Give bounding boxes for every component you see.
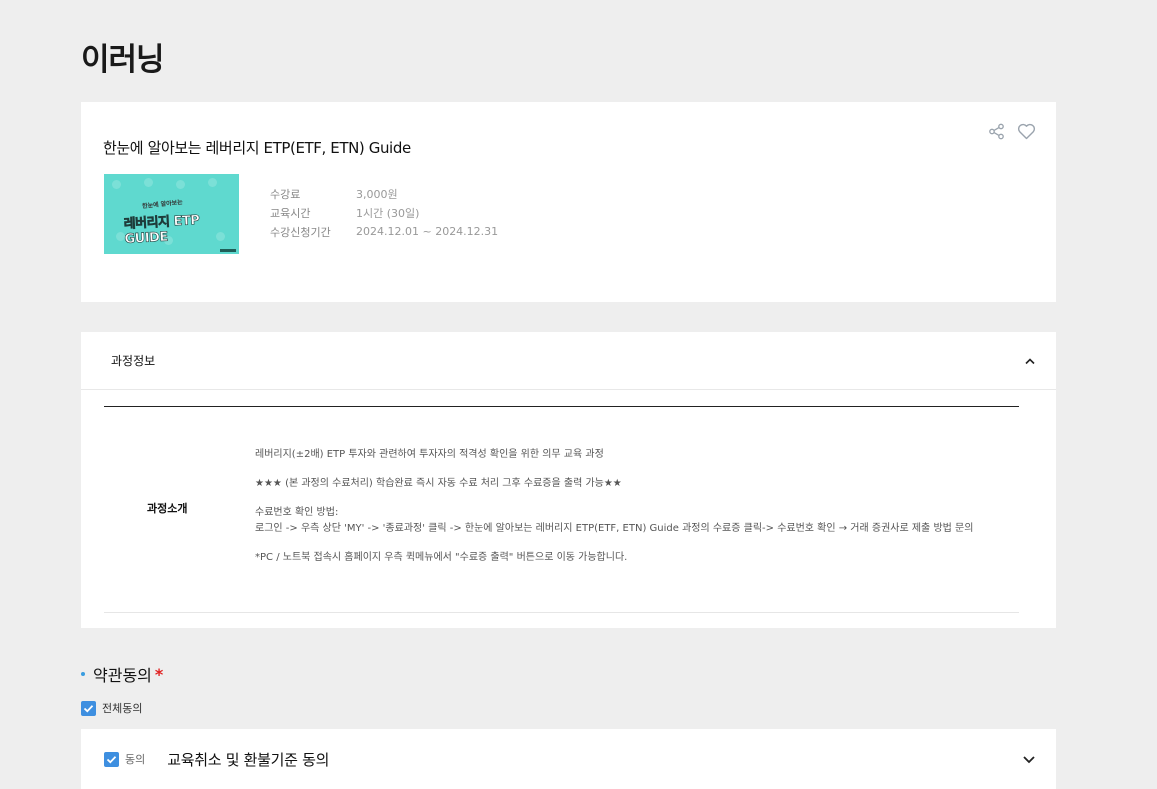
info-row-fee: 수강료 3,000원	[270, 184, 498, 203]
course-thumbnail[interactable]: 한눈에 알아보는 레버리지 ETP GUIDE	[104, 174, 239, 254]
agree-all-label: 전체동의	[102, 702, 143, 715]
thumbnail-badge	[220, 249, 236, 252]
course-actions	[986, 121, 1036, 141]
intro-line: *PC / 노트북 접속시 홈페이지 우측 퀵메뉴에서 "수료증 출력" 버튼으…	[255, 552, 628, 563]
required-mark: *	[154, 664, 164, 684]
course-card: 한눈에 알아보는 레버리지 ETP(ETF, ETN) Guide 한눈에 알아…	[81, 102, 1056, 302]
info-label: 수강신청기간	[270, 225, 331, 239]
chevron-down-icon[interactable]	[1022, 755, 1036, 764]
course-detail-card: 과정정보 과정소개 레버리지(±2배) ETP 투자와 관련하여 투자자의 적격…	[81, 332, 1056, 628]
page-title: 이러닝	[81, 42, 165, 78]
terms-title: 교육취소 및 환불기준 동의	[167, 750, 330, 769]
course-title: 한눈에 알아보는 레버리지 ETP(ETF, ETN) Guide	[103, 139, 411, 157]
agreement-title-text: 약관동의	[93, 666, 152, 685]
info-label: 수강료	[270, 187, 301, 201]
course-intro-label: 과정소개	[147, 502, 188, 515]
info-label: 교육시간	[270, 206, 311, 220]
divider	[104, 406, 1019, 407]
intro-line: 수료번호 확인 방법:	[255, 507, 339, 518]
thumbnail-title: 레버리지 ETP GUIDE	[123, 213, 200, 248]
intro-line: 로그인 -> 우측 상단 'MY' -> '종료과정' 클릭 -> 한눈에 알아…	[255, 523, 974, 534]
intro-line: 레버리지(±2배) ETP 투자와 관련하여 투자자의 적격성 확인을 위한 의…	[255, 449, 604, 460]
course-info: 수강료 3,000원 교육시간 1시간 (30일) 수강신청기간 2024.12…	[270, 184, 498, 241]
heart-icon[interactable]	[1016, 121, 1036, 141]
terms-agree-label: 동의	[125, 753, 146, 766]
info-row-duration: 교육시간 1시간 (30일)	[270, 203, 498, 222]
chevron-up-icon[interactable]	[1024, 357, 1036, 365]
course-intro-body: 레버리지(±2배) ETP 투자와 관련하여 투자자의 적격성 확인을 위한 의…	[255, 447, 973, 566]
terms-item-refund: 동의 교육취소 및 환불기준 동의	[81, 729, 1056, 789]
divider	[104, 612, 1019, 613]
info-value: 1시간 (30일)	[356, 206, 420, 220]
bullet-icon	[81, 672, 85, 676]
course-detail-title: 과정정보	[111, 354, 156, 368]
agreement-section: 약관동의 * 전체동의	[81, 662, 163, 716]
check-icon[interactable]	[104, 751, 119, 767]
info-value: 3,000원	[356, 187, 398, 201]
thumbnail-subtitle: 한눈에 알아보는	[141, 198, 184, 211]
intro-line: ★★★ (본 과정의 수료처리) 학습완료 즉시 자동 수료 처리 그후 수료증…	[255, 478, 622, 489]
agreement-title: 약관동의 *	[81, 662, 163, 686]
course-detail-header[interactable]: 과정정보	[81, 332, 1056, 390]
info-row-period: 수강신청기간 2024.12.01 ~ 2024.12.31	[270, 222, 498, 241]
agree-all-checkbox[interactable]: 전체동의	[81, 700, 163, 716]
terms-agree-checkbox[interactable]: 동의	[104, 751, 145, 767]
info-value: 2024.12.01 ~ 2024.12.31	[356, 225, 499, 238]
share-icon[interactable]	[986, 121, 1006, 141]
check-icon[interactable]	[81, 700, 96, 716]
